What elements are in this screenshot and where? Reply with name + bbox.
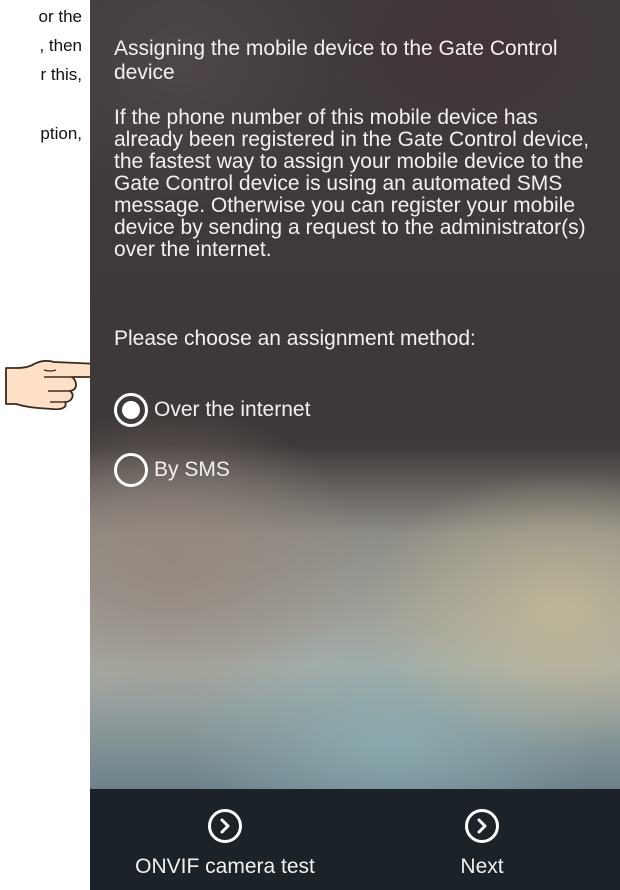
option-label: By SMS (154, 458, 230, 481)
bottom-bar: ONVIF camera test Next (90, 789, 620, 890)
doc-text-fragment: , then (39, 36, 82, 55)
doc-text-fragment: r this, (40, 65, 82, 84)
chevron-right-circle-icon[interactable] (465, 809, 499, 843)
chevron-right-circle-icon[interactable] (208, 809, 242, 843)
next-button[interactable]: Next (417, 789, 547, 890)
doc-text-fragment: or the (38, 7, 82, 26)
radio-unselected-icon[interactable] (114, 453, 148, 487)
option-by-sms[interactable]: By SMS (114, 450, 230, 490)
assignment-panel: Assigning the mobile device to the Gate … (114, 37, 604, 487)
page-title: Assigning the mobile device to the Gate … (114, 37, 558, 84)
button-label: Next (460, 855, 504, 878)
description-text: If the phone number of this mobile devic… (114, 106, 590, 261)
doc-text-fragment: ption, (40, 124, 82, 143)
radio-selected-icon[interactable] (114, 393, 148, 427)
phone-screen: Assigning the mobile device to the Gate … (90, 0, 620, 890)
option-label: Over the internet (154, 398, 311, 421)
onvif-camera-test-button[interactable]: ONVIF camera test (130, 789, 320, 890)
option-over-internet[interactable]: Over the internet (114, 390, 310, 430)
method-prompt: Please choose an assignment method: (114, 327, 476, 350)
button-label: ONVIF camera test (135, 855, 315, 878)
